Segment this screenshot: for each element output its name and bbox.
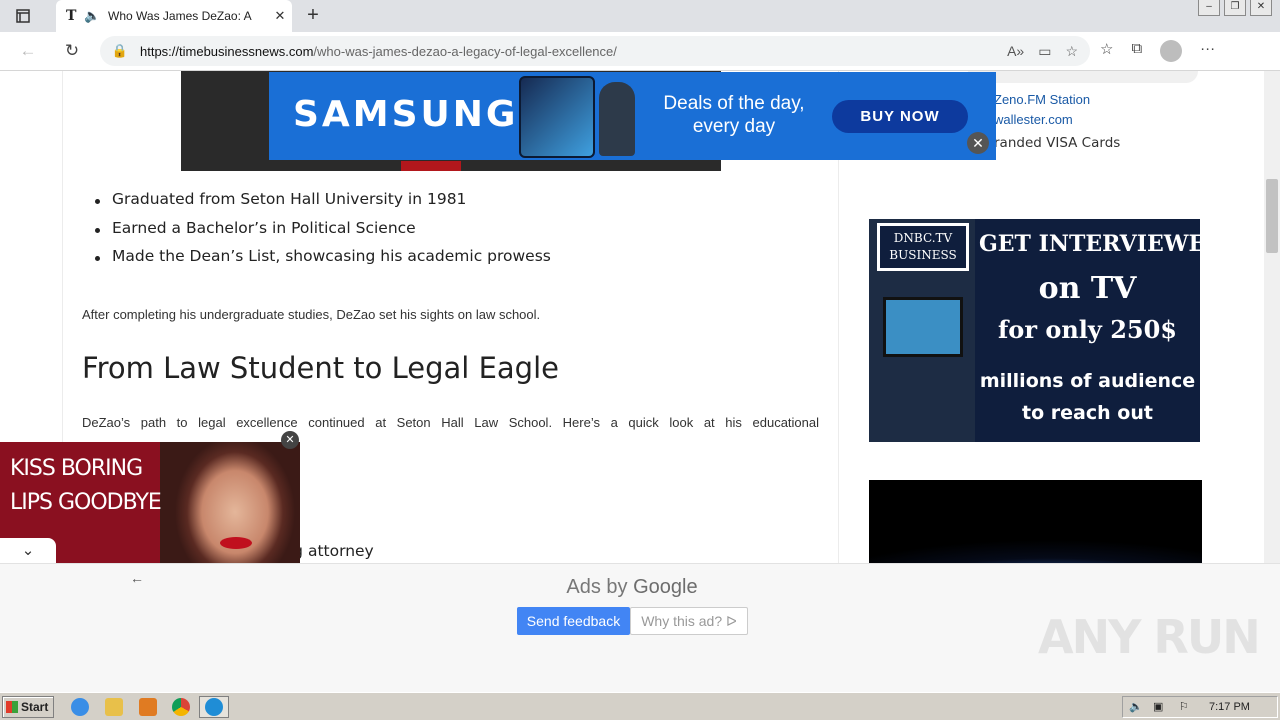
new-tab-button[interactable]: + bbox=[300, 3, 326, 29]
read-aloud-icon[interactable]: A» bbox=[1007, 43, 1024, 60]
tv-screen-graphic bbox=[883, 297, 963, 357]
close-ad-icon[interactable]: ✕ bbox=[281, 431, 299, 449]
ad-headline: on TV bbox=[1038, 271, 1137, 306]
sidebar-link[interactable]: Zeno.FM Station bbox=[994, 92, 1090, 112]
education-list: Graduated from Seton Hall University in … bbox=[95, 190, 551, 276]
url-host: https://timebusinessnews.com bbox=[140, 43, 314, 59]
logo-line: BUSINESS bbox=[889, 248, 957, 262]
collections-icon[interactable]: ⧉ bbox=[1131, 40, 1142, 62]
ads-by-google-label: Ads by Google bbox=[0, 576, 1264, 599]
site-favicon-icon: T bbox=[66, 8, 77, 24]
address-bar[interactable]: 🔒 https://timebusinessnews.com/who-was-j… bbox=[100, 36, 1090, 66]
dnbc-tv-ad[interactable]: DNBC.TV BUSINESS GET INTERVIEWED on TV f… bbox=[869, 219, 1200, 442]
restore-button[interactable]: ❐ bbox=[1224, 0, 1246, 16]
immersive-reader-icon[interactable]: ▭ bbox=[1038, 43, 1051, 60]
article-image-detail bbox=[401, 161, 461, 171]
tab-title: Who Was James DeZao: A bbox=[108, 9, 252, 23]
ad-headline: for only 250$ bbox=[997, 315, 1177, 344]
taskbar: Start 🔈 ▣ ⚐ 7:17 PM bbox=[0, 692, 1280, 720]
refresh-icon[interactable]: ↻ bbox=[58, 38, 86, 64]
clock: 7:17 PM bbox=[1209, 701, 1250, 713]
buy-now-button[interactable]: BUY NOW bbox=[832, 100, 968, 133]
toolbar-right: ☆ ⧉ ··· bbox=[1100, 40, 1215, 62]
samsung-banner-ad[interactable]: SAMSUNG Deals of the day, every day BUY … bbox=[269, 72, 996, 160]
chevron-down-icon[interactable]: ⌄ bbox=[0, 538, 56, 563]
model-face-graphic bbox=[160, 442, 300, 563]
why-this-ad-button[interactable]: Why this ad? ᐅ bbox=[630, 607, 748, 635]
ad-text-line: LIPS GOODBYE bbox=[10, 490, 162, 515]
back-arrow-icon[interactable]: ← bbox=[14, 38, 42, 64]
ad-subline-text: millions of audience bbox=[979, 370, 1196, 392]
ads-by-google-panel: ← Ads by Google Send feedback Why this a… bbox=[0, 563, 1280, 692]
section-heading: From Law Student to Legal Eagle bbox=[82, 351, 559, 385]
url-path: /who-was-james-dezao-a-legacy-of-legal-e… bbox=[313, 43, 617, 59]
sidebar-links: Zeno.FM Station wallester.com bbox=[994, 92, 1090, 132]
anyrun-watermark: ANY RUN bbox=[1038, 610, 1261, 664]
windows-flag-icon bbox=[6, 701, 18, 713]
person-graphic bbox=[599, 82, 635, 156]
list-item: Graduated from Seton Hall University in … bbox=[95, 190, 551, 219]
sidebar-search-box[interactable] bbox=[968, 71, 1198, 83]
speaker-icon[interactable]: 🔈 bbox=[84, 8, 102, 24]
article-paragraph: DeZao’s path to legal excellence continu… bbox=[82, 415, 819, 430]
ad-text: KISS BORING LIPS GOODBYE bbox=[10, 452, 162, 520]
scrollbar[interactable] bbox=[1264, 71, 1280, 563]
scrollbar-thumb[interactable] bbox=[1266, 179, 1278, 253]
ad-headline: GET INTERVIEWED bbox=[979, 231, 1200, 257]
google-logo: Google bbox=[633, 576, 698, 598]
system-tray: 🔈 ▣ ⚐ 7:17 PM bbox=[1122, 696, 1278, 718]
ad-text-line: KISS BORING bbox=[10, 456, 143, 481]
edge-icon bbox=[205, 698, 223, 716]
start-button[interactable]: Start bbox=[2, 696, 54, 718]
dnbc-logo: DNBC.TV BUSINESS bbox=[877, 223, 969, 271]
internet-explorer-icon[interactable] bbox=[71, 698, 89, 716]
media-player-icon[interactable] bbox=[139, 698, 157, 716]
lock-icon[interactable]: 🔒 bbox=[100, 43, 140, 59]
article-paragraph: After completing his undergraduate studi… bbox=[82, 307, 541, 322]
active-tab[interactable]: T 🔈 Who Was James DeZao: A ✕ bbox=[56, 0, 292, 32]
network-icon[interactable]: ▣ bbox=[1153, 697, 1163, 717]
minimize-button[interactable]: – bbox=[1198, 0, 1220, 16]
start-label: Start bbox=[21, 700, 49, 714]
ads-by-text: Ads by bbox=[566, 576, 628, 598]
logo-line: DNBC.TV bbox=[893, 231, 953, 245]
add-favorite-icon[interactable]: ☆ bbox=[1065, 43, 1078, 60]
profile-avatar[interactable] bbox=[1160, 40, 1183, 62]
navigation-bar: ← ↻ 🔒 https://timebusinessnews.com/who-w… bbox=[0, 32, 1280, 71]
send-feedback-button[interactable]: Send feedback bbox=[517, 607, 630, 635]
close-ad-icon[interactable]: ✕ bbox=[967, 132, 989, 154]
address-bar-icons: A» ▭ ☆ bbox=[1007, 43, 1078, 60]
deal-line: Deals of the day, bbox=[663, 93, 805, 114]
ad-subline: millions of audience to reach out bbox=[975, 365, 1200, 429]
file-explorer-icon[interactable] bbox=[105, 698, 123, 716]
phone-graphic bbox=[519, 76, 595, 158]
list-item: Made the Dean’s List, showcasing his aca… bbox=[95, 247, 551, 276]
samsung-logo: SAMSUNG bbox=[293, 94, 519, 135]
favorites-icon[interactable]: ☆ bbox=[1100, 40, 1113, 62]
earth-ad-image[interactable] bbox=[869, 480, 1202, 563]
ad-subline-text: to reach out bbox=[1022, 402, 1153, 424]
chrome-icon[interactable] bbox=[172, 698, 190, 716]
tab-bar: T 🔈 Who Was James DeZao: A ✕ + – ❐ ✕ bbox=[0, 0, 1280, 32]
close-tab-icon[interactable]: ✕ bbox=[268, 8, 292, 24]
deal-line: every day bbox=[692, 116, 776, 137]
close-window-button[interactable]: ✕ bbox=[1250, 0, 1272, 16]
flag-icon[interactable]: ⚐ bbox=[1179, 697, 1189, 717]
window-controls: – ❐ ✕ bbox=[1194, 0, 1272, 18]
deal-text: Deals of the day, every day bbox=[641, 92, 827, 138]
edge-taskbar-button[interactable] bbox=[199, 696, 229, 718]
tab-actions-icon[interactable] bbox=[6, 4, 40, 28]
volume-icon[interactable]: 🔈 bbox=[1129, 697, 1143, 717]
sidebar-link[interactable]: wallester.com bbox=[994, 112, 1090, 132]
lips-graphic bbox=[220, 537, 252, 549]
sidebar-text: randed VISA Cards bbox=[994, 135, 1121, 151]
list-item: Earned a Bachelor’s in Political Science bbox=[95, 219, 551, 248]
more-menu-icon[interactable]: ··· bbox=[1200, 40, 1215, 62]
